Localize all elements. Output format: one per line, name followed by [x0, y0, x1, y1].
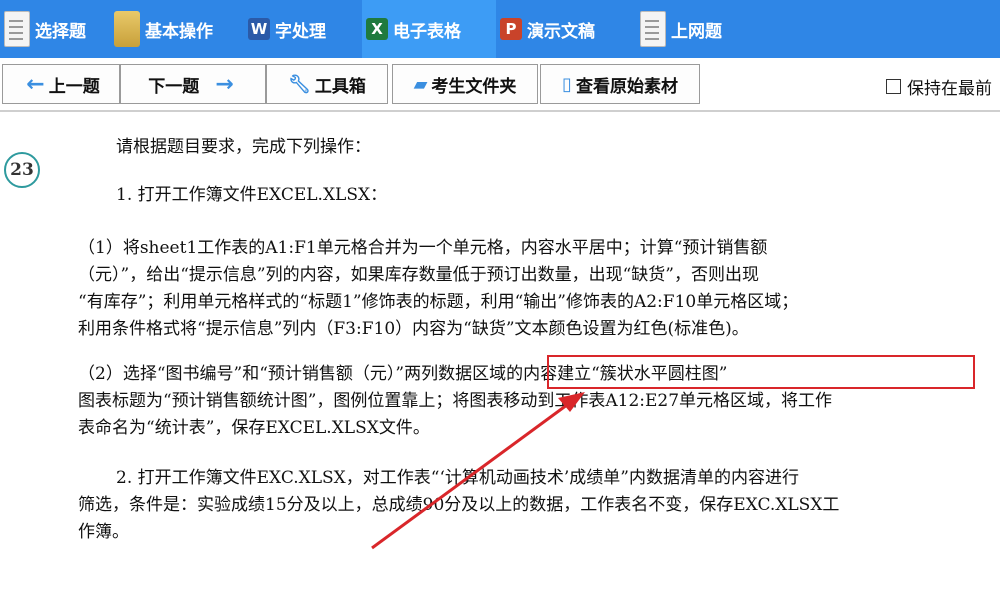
annotation-arrow	[371, 392, 585, 550]
annotation-arrow-line	[371, 400, 572, 550]
